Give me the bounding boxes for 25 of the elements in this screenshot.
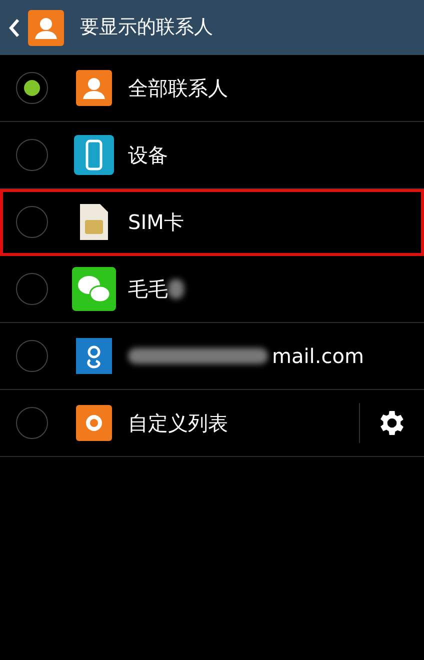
radio-button[interactable] <box>16 273 48 305</box>
option-label: 全部联系人 <box>128 75 228 102</box>
contact-source-item[interactable]: mail.com <box>0 323 424 390</box>
radio-button[interactable] <box>16 407 48 439</box>
window-title: 要显示的联系人 <box>80 15 213 40</box>
radio-button[interactable] <box>16 206 48 238</box>
option-label: 自定义列表 <box>128 410 228 437</box>
person-icon <box>28 10 64 46</box>
radio-button[interactable] <box>16 139 48 171</box>
option-label: 毛毛 <box>128 276 168 303</box>
back-icon[interactable] <box>8 18 20 38</box>
contact-source-item[interactable]: 全部联系人 <box>0 55 424 122</box>
contact-source-item[interactable]: 设备 <box>0 122 424 189</box>
radio-button[interactable] <box>16 340 48 372</box>
option-label: 设备 <box>128 142 168 169</box>
contact-source-item[interactable]: 自定义列表 <box>0 390 424 457</box>
option-label: mail.com <box>272 343 364 370</box>
phone-icon <box>74 135 114 175</box>
option-label: SIM卡 <box>128 209 184 236</box>
chat-bubbles-icon <box>72 267 116 311</box>
contact-source-item[interactable]: SIM卡 <box>0 189 424 256</box>
sim-card-icon <box>78 202 110 242</box>
radio-button[interactable] <box>16 72 48 104</box>
contact-source-item[interactable]: 毛毛 <box>0 256 424 323</box>
person-icon <box>76 70 112 106</box>
